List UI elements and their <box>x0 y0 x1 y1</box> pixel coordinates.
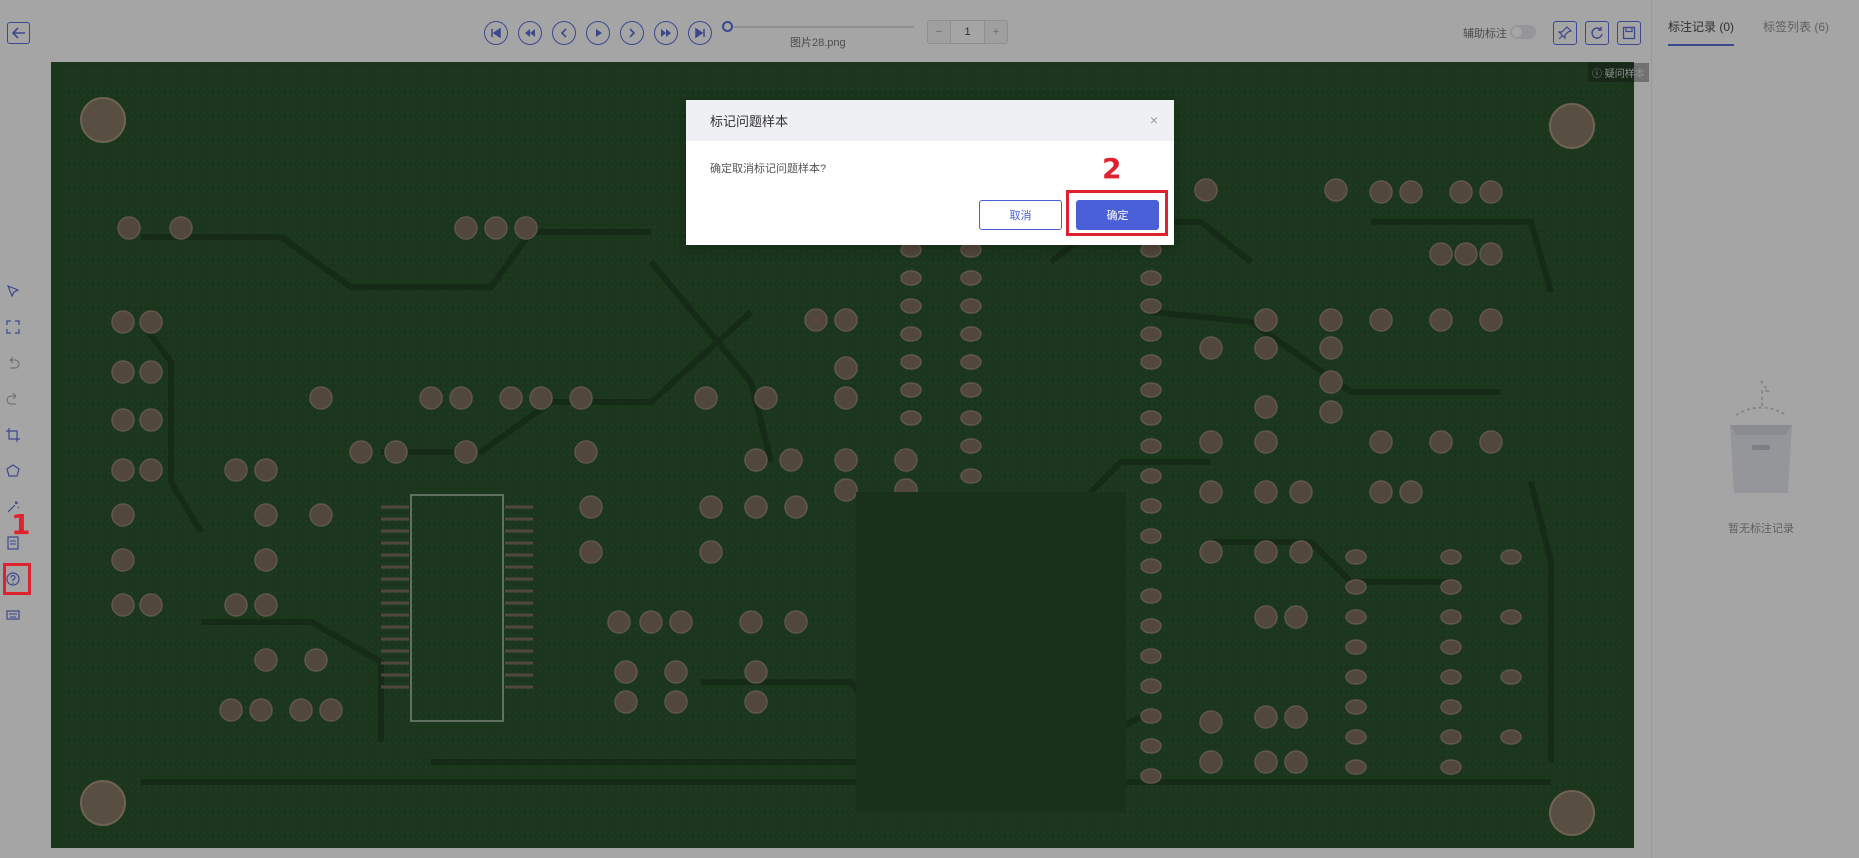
fast-forward-icon <box>661 29 671 37</box>
arrow-left-icon <box>11 27 25 39</box>
chevron-right-icon <box>629 28 636 38</box>
page-minus-button[interactable]: − <box>928 21 950 43</box>
step2-highlight-box <box>1066 190 1168 236</box>
question-sample-badge: ⓘ 疑问样本 <box>1588 63 1649 82</box>
assist-toggle[interactable] <box>1510 25 1536 39</box>
select-tool[interactable] <box>5 283 21 299</box>
polygon-tool[interactable] <box>5 463 21 479</box>
question-sample-badge-label: 疑问样本 <box>1604 69 1645 80</box>
undo-tool[interactable] <box>5 355 21 371</box>
image-filename: 图片28.png <box>790 37 846 49</box>
media-controls <box>484 21 712 45</box>
question-circle-icon: ⓘ <box>1592 69 1605 80</box>
close-icon[interactable]: × <box>1150 112 1158 128</box>
fit-screen-tool[interactable] <box>5 319 21 335</box>
dialog-title: 标记问题样本 <box>710 114 789 129</box>
play-button[interactable] <box>586 21 610 45</box>
save-icon <box>1622 26 1636 40</box>
redo-icon <box>6 392 17 405</box>
assist-label: 辅助标注 <box>1463 28 1507 40</box>
fullscreen-icon <box>6 320 20 334</box>
save-button[interactable] <box>1617 21 1641 45</box>
rewind-icon <box>525 29 535 37</box>
image-progress-slider[interactable] <box>722 21 914 32</box>
back-button[interactable] <box>7 22 30 44</box>
redo-tool[interactable] <box>5 391 21 407</box>
first-image-button[interactable] <box>484 21 508 45</box>
next-image-button[interactable] <box>620 21 644 45</box>
slider-knob[interactable] <box>722 21 733 32</box>
step1-highlight-box <box>3 563 31 595</box>
keyboard-icon <box>6 610 20 620</box>
pin-button[interactable] <box>1553 21 1577 45</box>
rewind-button[interactable] <box>518 21 542 45</box>
prev-image-button[interactable] <box>552 21 576 45</box>
skip-start-icon <box>491 27 501 39</box>
empty-records-text: 暂无标注记录 <box>1728 523 1794 535</box>
fast-forward-button[interactable] <box>654 21 678 45</box>
tab-label-list[interactable]: 标签列表 (6) <box>1763 18 1829 35</box>
empty-box-icon <box>1730 380 1792 493</box>
page-stepper: − 1 + <box>927 20 1008 44</box>
polygon-icon <box>6 464 20 477</box>
step2-number: 2 <box>1102 152 1122 185</box>
cancel-button[interactable]: 取消 <box>979 200 1062 230</box>
last-image-button[interactable] <box>688 21 712 45</box>
dialog-header: 标记问题样本 <box>686 100 1174 141</box>
undo-icon <box>9 356 20 369</box>
crop-icon <box>6 428 20 442</box>
page-plus-button[interactable]: + <box>985 21 1007 43</box>
tab-annotation-records[interactable]: 标注记录 (0) <box>1668 18 1735 46</box>
refresh-icon <box>1591 27 1603 39</box>
pin-icon <box>1558 26 1572 40</box>
cursor-icon <box>6 284 20 298</box>
crop-tool[interactable] <box>5 427 21 443</box>
chevron-left-icon <box>560 28 567 38</box>
step1-number: 1 <box>11 508 31 541</box>
refresh-button[interactable] <box>1585 21 1609 45</box>
keyboard-tool[interactable] <box>5 607 21 623</box>
dialog-message: 确定取消标记问题样本? <box>710 163 827 175</box>
skip-end-icon <box>695 27 705 39</box>
top-toolbar: 图片28.png − 1 + 辅助标注 <box>0 0 1651 62</box>
play-icon <box>596 29 602 37</box>
page-input[interactable]: 1 <box>950 21 985 43</box>
